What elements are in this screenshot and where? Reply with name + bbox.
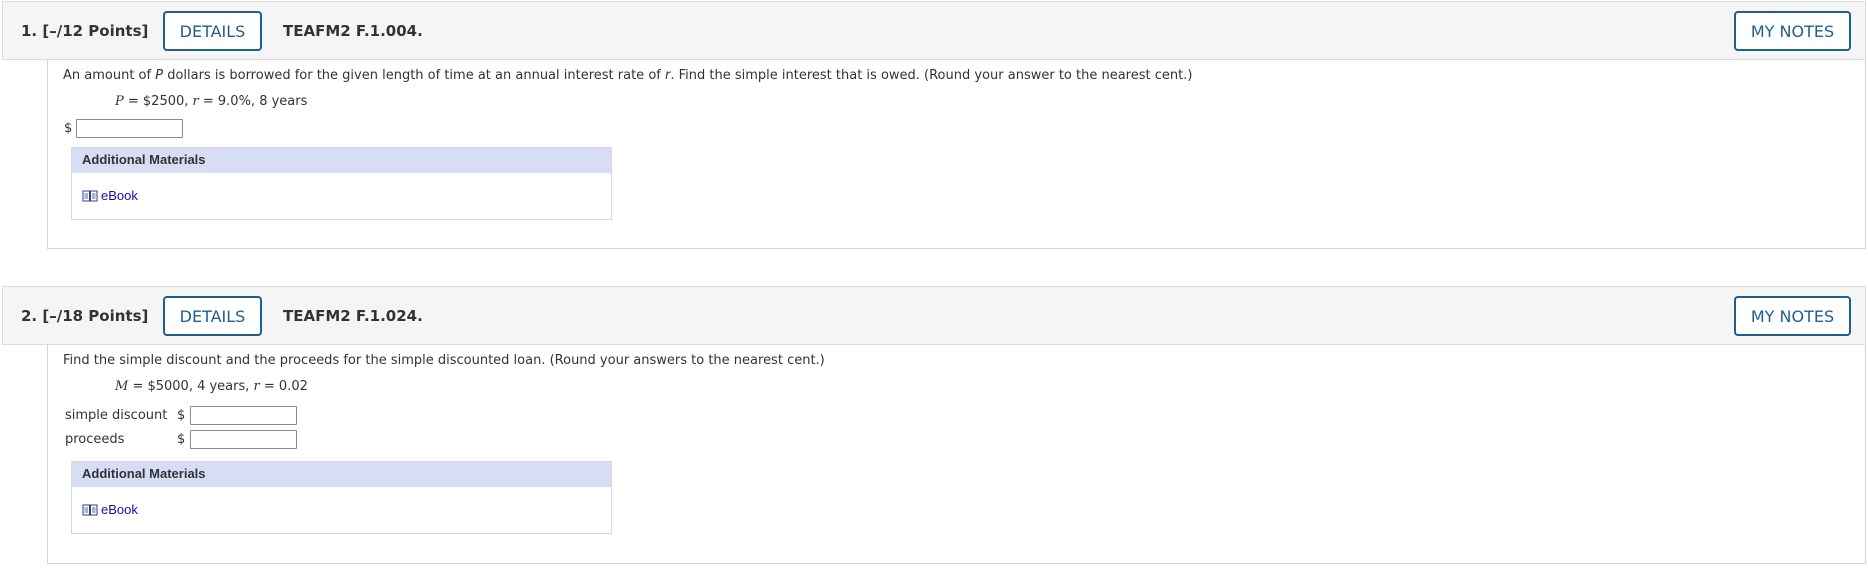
question-header: 2. [–/18 Points] DETAILS TEAFM2 F.1.024.… <box>2 286 1866 345</box>
proceeds-input[interactable] <box>190 430 297 449</box>
given-values: P = $2500, r = 9.0%, 8 years <box>115 94 308 109</box>
question-number-points: 2. [–/18 Points] <box>21 307 149 325</box>
additional-materials-title: Additional Materials <box>72 462 611 487</box>
question-prompt: An amount of P dollars is borrowed for t… <box>63 68 1193 83</box>
question-prompt: Find the simple discount and the proceed… <box>63 353 825 368</box>
question-body: Find the simple discount and the proceed… <box>47 345 1866 564</box>
details-button[interactable]: DETAILS <box>163 11 262 51</box>
ebook-label[interactable]: eBook <box>101 188 138 203</box>
additional-materials-title: Additional Materials <box>72 148 611 173</box>
question-code: TEAFM2 F.1.024. <box>283 307 423 325</box>
currency-symbol: $ <box>177 432 186 447</box>
simple-discount-input[interactable] <box>190 406 297 425</box>
additional-materials-panel: Additional Materials eBook <box>71 147 612 220</box>
question-body: An amount of P dollars is borrowed for t… <box>47 60 1866 249</box>
ebook-link[interactable]: eBook <box>82 188 138 203</box>
given-values: M = $5000, 4 years, r = 0.02 <box>115 379 308 394</box>
question-number-points: 1. [–/12 Points] <box>21 22 149 40</box>
my-notes-button[interactable]: MY NOTES <box>1734 296 1851 336</box>
variable-p: P <box>155 68 164 83</box>
simple-discount-label: simple discount <box>65 408 168 423</box>
question-header: 1. [–/12 Points] DETAILS TEAFM2 F.1.004.… <box>2 1 1866 60</box>
details-button[interactable]: DETAILS <box>163 296 262 336</box>
proceeds-label: proceeds <box>65 432 125 447</box>
question-code: TEAFM2 F.1.004. <box>283 22 423 40</box>
book-icon <box>82 504 98 515</box>
ebook-link[interactable]: eBook <box>82 502 138 517</box>
book-icon <box>82 190 98 201</box>
my-notes-button[interactable]: MY NOTES <box>1734 11 1851 51</box>
currency-symbol: $ <box>64 121 73 136</box>
ebook-label[interactable]: eBook <box>101 502 138 517</box>
simple-interest-input[interactable] <box>76 119 183 138</box>
additional-materials-panel: Additional Materials eBook <box>71 461 612 534</box>
currency-symbol: $ <box>177 408 186 423</box>
